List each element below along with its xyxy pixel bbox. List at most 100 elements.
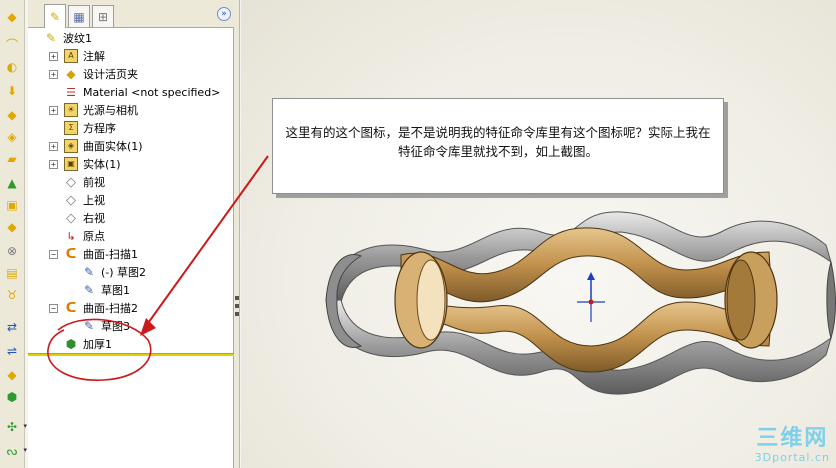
expander-toggle[interactable]: +	[49, 141, 58, 151]
tree-item-label: 上视	[83, 194, 105, 207]
origin-icon: ↳	[66, 229, 76, 243]
fillet-icon[interactable]: ◆	[3, 106, 21, 124]
move-face-icon[interactable]: ⇌	[3, 342, 21, 360]
tree-item-material[interactable]: ☰ Material <not specified>	[64, 83, 220, 101]
tree-item-lights-cameras[interactable]: + ☀ 光源与相机	[49, 101, 138, 119]
expander-toggle[interactable]: −	[49, 303, 58, 313]
watermark-sub-text: 3Dportal.cn	[754, 451, 830, 464]
expander-toggle[interactable]: +	[49, 69, 58, 79]
triad-y-arrow	[587, 272, 595, 280]
rollback-bar[interactable]	[28, 353, 234, 356]
tree-item-design-binder[interactable]: + ◆ 设计活页夹	[49, 65, 138, 83]
plane-icon: ◇	[66, 174, 76, 190]
annotation-callout: 这里有的这个图标，是不是说明我的特征命令库里有这个图标呢？实际上我在特征命令库里…	[272, 98, 724, 194]
feature-manager-panel: ✎ ▦ ⊞ » ✎ 波纹1 + A 注解 + ◆ 设计活页夹 ☰ Materia…	[28, 0, 234, 468]
expander-toggle[interactable]: +	[49, 105, 58, 115]
tree-item-surface-bodies[interactable]: + ◈ 曲面实体(1)	[49, 137, 143, 155]
mirror-icon[interactable]: ⊗	[3, 242, 21, 260]
tree-item-label: 设计活页夹	[83, 68, 138, 81]
part-icon: ✎	[45, 31, 57, 45]
watermark-main-text: 三维网	[756, 426, 829, 451]
configurationmanager-tab[interactable]: ⊞	[92, 5, 114, 27]
wrap-icon[interactable]: ▣	[3, 196, 21, 214]
split-line-icon[interactable]: ⬢	[3, 388, 21, 406]
thicken-icon: ⬢	[65, 337, 77, 351]
tree-item-annotations[interactable]: + A 注解	[49, 47, 105, 65]
property-icon: ▦	[73, 9, 85, 24]
tree-item-origin[interactable]: ↳ 原点	[64, 227, 105, 245]
tree-item-surface-sweep2[interactable]: − ᑕ 曲面-扫描2	[49, 299, 138, 317]
tree-item-label: 方程序	[83, 122, 116, 135]
tree-item-label: 曲面-扫描2	[83, 302, 138, 315]
sweep-icon[interactable]: ◐	[3, 58, 21, 76]
dome-icon[interactable]: ♉	[3, 286, 21, 304]
helix-icon[interactable]: ᔓ ▾	[3, 442, 27, 460]
tree-item-top-plane[interactable]: ◇ 上视	[64, 191, 105, 209]
tree-item-label: 注解	[83, 50, 105, 63]
expander-toggle[interactable]: +	[49, 51, 58, 61]
surface-sweep-icon: ᑕ	[65, 300, 77, 316]
rib-icon[interactable]: ▰	[3, 150, 21, 168]
shell-icon[interactable]: ◈	[3, 128, 21, 146]
graphics-viewport[interactable]	[241, 0, 836, 468]
tree-item-right-plane[interactable]: ◇ 右视	[64, 209, 105, 227]
tree-item-label: 原点	[83, 230, 105, 243]
silver-end-right	[826, 261, 836, 340]
tree-item-sketch1[interactable]: ✎ 草图1	[82, 281, 130, 299]
tree-item-label: 曲面-扫描1	[83, 248, 138, 261]
features-command-toolbar: ◆ ⌒ ◐ ⬇ ◆ ◈ ▰ ▲ ▣ ◆ ⊗ ▤ ♉ ⇄ ⇌ ◆ ⬢ ✣ ▾ ᔓ ▾	[0, 0, 27, 468]
tree-item-label: 波纹1	[63, 32, 92, 45]
tree-item-sketch3[interactable]: ✎ 草图3	[82, 317, 130, 335]
feature-manager-tabs: ✎ ▦ ⊞ »	[28, 0, 234, 28]
lights-cameras-icon: ☀	[64, 103, 78, 117]
expander-toggle[interactable]: +	[49, 159, 58, 169]
loft-icon[interactable]: ⬇	[3, 82, 21, 100]
panel-splitter[interactable]	[234, 0, 240, 468]
design-binder-icon: ◆	[66, 67, 76, 81]
tree-item-solid-bodies[interactable]: + ▣ 实体(1)	[49, 155, 121, 173]
revolve-icon[interactable]: ⌒	[3, 36, 21, 54]
pattern-icon[interactable]: ◆	[3, 218, 21, 236]
annotations-icon: A	[64, 49, 78, 63]
tree-item-front-plane[interactable]: ◇ 前视	[64, 173, 105, 191]
draft-icon[interactable]: ▲	[3, 174, 21, 192]
tree-item-surface-sweep1[interactable]: − ᑕ 曲面-扫描1	[49, 245, 138, 263]
splitter-grip	[235, 304, 239, 308]
expand-glyph: »	[221, 9, 227, 19]
tree-item-equations[interactable]: Σ 方程序	[64, 119, 116, 137]
feature-tree-icon: ✎	[49, 9, 61, 24]
tree-item-label: (-) 草图2	[101, 266, 147, 279]
triad-origin	[588, 299, 594, 305]
surface-bodies-icon: ◈	[64, 139, 78, 153]
reference-point-icon[interactable]: ✣ ▾	[3, 418, 27, 436]
tree-item-sketch2[interactable]: ✎ (-) 草图2	[82, 263, 146, 281]
dropdown-arrow-icon[interactable]: ▾	[23, 447, 27, 454]
expand-panel-button[interactable]: »	[217, 7, 231, 21]
sketch-icon: ✎	[83, 283, 95, 297]
tree-item-label: 前视	[83, 176, 105, 189]
tree-item-part[interactable]: ✎ 波纹1	[44, 29, 92, 47]
curve-icon[interactable]: ◆	[3, 366, 21, 384]
tree-item-label: 加厚1	[83, 338, 112, 351]
extrude-icon[interactable]: ◆	[3, 8, 21, 26]
plane-icon: ◇	[66, 210, 76, 226]
expander-toggle[interactable]: −	[49, 249, 58, 259]
tree-item-thicken1[interactable]: ⬢ 加厚1	[64, 335, 112, 353]
callout-text: 这里有的这个图标，是不是说明我的特征命令库里有这个图标呢？实际上我在特征命令库里…	[285, 125, 711, 159]
sketch-icon: ✎	[83, 265, 95, 279]
splitter-grip	[235, 296, 239, 300]
flex-icon[interactable]: ⇄	[3, 318, 21, 336]
tree-item-label: 实体(1)	[83, 158, 121, 171]
tree-item-label: Material <not specified>	[83, 85, 221, 99]
dropdown-arrow-icon[interactable]: ▾	[23, 423, 27, 430]
tree-item-label: 右视	[83, 212, 105, 225]
hole-icon[interactable]: ▤	[3, 264, 21, 282]
gold-end-right-inner	[726, 259, 756, 341]
propertymanager-tab[interactable]: ▦	[68, 5, 90, 27]
configuration-icon: ⊞	[97, 9, 109, 24]
solid-bodies-icon: ▣	[64, 157, 78, 171]
featuremanager-tab[interactable]: ✎	[44, 4, 66, 28]
tree-item-label: 光源与相机	[83, 104, 138, 117]
tree-item-label: 曲面实体(1)	[83, 140, 143, 153]
splitter-grip	[235, 312, 239, 316]
